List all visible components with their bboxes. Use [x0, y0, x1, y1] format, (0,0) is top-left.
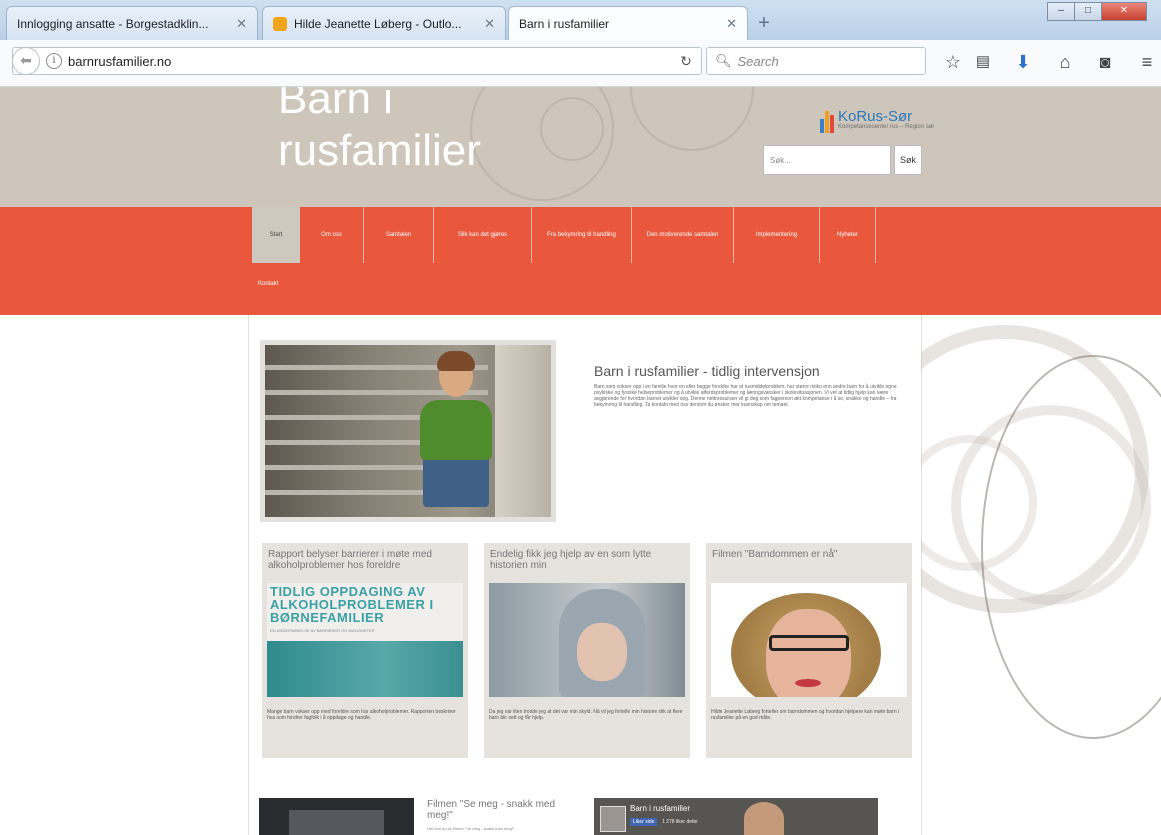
address-bar[interactable]: ⬅ i barnrusfamilier.no ↻ — [12, 46, 702, 75]
hero-text: Barn som vokser opp i en familie hvor en… — [594, 384, 897, 408]
main-menu: Start Om oss Samtalen Slik kan det gjøre… — [0, 207, 1161, 315]
header-decoration — [540, 97, 604, 161]
card-text: Mange barn vokser opp med foreldre som h… — [267, 709, 456, 721]
tab-title: Innlogging ansatte - Borgestadklin... — [17, 16, 209, 31]
menu-item-implementering[interactable]: Implementering — [734, 207, 820, 263]
site-search-input[interactable]: Søk... — [763, 145, 891, 175]
menu-item-slik-kan-det-gjores[interactable]: Slik kan det gjøres — [434, 207, 532, 263]
tab-close-icon[interactable]: ✕ — [484, 16, 495, 32]
logo-subtitle: Kompetansesenter rus – Region sør — [838, 124, 935, 130]
woman-portrait-image — [711, 583, 907, 697]
hooded-child-image — [489, 583, 685, 697]
browser-toolbar: ⬅ i barnrusfamilier.no ↻ 🔍︎ Search ☆ ▤ ⬇… — [0, 40, 1161, 87]
hero-image[interactable] — [260, 340, 556, 522]
window-controls: – □ ✕ — [1047, 2, 1147, 21]
browser-search-field[interactable]: 🔍︎ Search — [706, 47, 926, 75]
site-search-button[interactable]: Søk — [894, 145, 922, 175]
video-title[interactable]: Filmen "Se meg - snakk med meg!" — [427, 799, 557, 821]
fb-page-thumbnail — [600, 806, 626, 832]
home-icon[interactable]: ⌂ — [1054, 51, 1076, 73]
new-tab-plus-icon[interactable]: + — [750, 13, 778, 36]
facebook-widget[interactable]: Barn i rusfamilier Liker side 1 278 like… — [594, 798, 878, 835]
tab-barn-i-rusfamilier[interactable]: Barn i rusfamilier ✕ — [508, 6, 748, 40]
news-card[interactable]: Filmen "Barndommen er nå" Hilde Jeanette… — [706, 543, 912, 758]
news-card[interactable]: Endelig fikk jeg hjelp av en som lytte h… — [484, 543, 690, 758]
bookmark-star-icon[interactable]: ☆ — [942, 51, 964, 73]
header-decoration — [630, 87, 754, 151]
card-text: Hilde Jeanette Løberg forteller om barnd… — [711, 709, 900, 721]
news-card[interactable]: Rapport belyser barrierer i møte med alk… — [262, 543, 468, 758]
menu-item-nyheter[interactable]: Nyheter — [820, 207, 876, 263]
card-title[interactable]: Filmen "Barndommen er nå" — [712, 549, 906, 560]
maximize-icon[interactable]: □ — [1074, 2, 1102, 21]
tab-title: Hilde Jeanette Løberg - Outlo... — [294, 16, 462, 31]
fb-page-name[interactable]: Barn i rusfamilier — [630, 804, 690, 813]
card-text: Da jeg var liten trodde jeg at det var m… — [489, 709, 683, 721]
download-arrow-icon[interactable]: ⬇ — [1012, 51, 1034, 73]
hero-title[interactable]: Barn i rusfamilier - tidlig intervensjon — [594, 363, 820, 379]
fb-like-button[interactable]: Liker side — [630, 818, 658, 826]
site-info-icon[interactable]: i — [46, 53, 62, 69]
logo-name: KoRus-Sør — [838, 108, 913, 125]
hero-photo — [265, 345, 551, 517]
video-thumbnail[interactable] — [259, 798, 414, 835]
site-title-line: Barn i — [278, 87, 393, 123]
browser-tab-bar: Innlogging ansatte - Borgestadklin... ✕ … — [0, 0, 1161, 40]
site-title[interactable]: Barn i rusfamilier — [278, 87, 481, 177]
outlook-favicon-icon — [273, 16, 287, 31]
tab-outlook[interactable]: Hilde Jeanette Løberg - Outlo... ✕ — [262, 6, 506, 40]
korus-logo[interactable]: KoRus-Sør Kompetansesenter rus – Region … — [820, 107, 934, 133]
minimize-icon[interactable]: – — [1047, 2, 1075, 21]
site-header: Barn i rusfamilier KoRus-Sør Kompetanses… — [0, 87, 1161, 207]
hamburger-menu-icon[interactable]: ≡ — [1136, 51, 1158, 73]
menu-item-fra-bekymring[interactable]: Fra bekymring til handling — [532, 207, 632, 263]
fb-like-count: 1 278 liker dette — [662, 819, 698, 825]
report-cover-image: TIDLIG OPPDAGING AV ALKOHOLPROBLEMER I B… — [267, 583, 463, 697]
back-arrow-icon[interactable]: ⬅ — [12, 46, 40, 75]
site-title-line: rusfamilier — [278, 126, 481, 175]
report-heading: TIDLIG OPPDAGING AV ALKOHOLPROBLEMER I B… — [270, 584, 434, 625]
menu-item-start[interactable]: Start — [252, 207, 300, 263]
reload-icon[interactable]: ↻ — [671, 53, 701, 70]
fb-cover-person — [744, 802, 784, 835]
tab-title: Barn i rusfamilier — [519, 16, 610, 31]
bookmarks-library-icon[interactable]: ▤ — [972, 51, 994, 73]
report-photo-band — [267, 641, 463, 697]
logo-mark-icon — [820, 107, 834, 133]
pocket-icon[interactable]: ◙ — [1094, 51, 1116, 73]
menu-item-samtalen[interactable]: Samtalen — [364, 207, 434, 263]
background-decoration — [921, 315, 1161, 835]
menu-item-om-oss[interactable]: Om oss — [300, 207, 364, 263]
url-text[interactable]: barnrusfamilier.no — [68, 54, 671, 69]
menu-item-kontakt[interactable]: Kontakt — [258, 281, 278, 287]
tab-close-icon[interactable]: ✕ — [726, 16, 737, 32]
menu-item-motiverende-samtale[interactable]: Den motiverende samtalen — [632, 207, 734, 263]
magnifier-icon: 🔍︎ — [715, 53, 732, 68]
search-placeholder: Search — [737, 53, 779, 69]
close-window-icon[interactable]: ✕ — [1101, 2, 1147, 21]
card-title[interactable]: Endelig fikk jeg hjelp av en som lytte h… — [490, 549, 684, 571]
tab-close-icon[interactable]: ✕ — [236, 16, 247, 32]
tab-borgestad[interactable]: Innlogging ansatte - Borgestadklin... ✕ — [6, 6, 258, 40]
video-text: Her kan du se filmen "Se meg - snakk med… — [427, 826, 515, 831]
report-subheading: EN UNDERSØKELSE AV BARRIERER OG MULIGHET… — [270, 628, 375, 633]
card-title[interactable]: Rapport belyser barrierer i møte med alk… — [268, 549, 462, 571]
